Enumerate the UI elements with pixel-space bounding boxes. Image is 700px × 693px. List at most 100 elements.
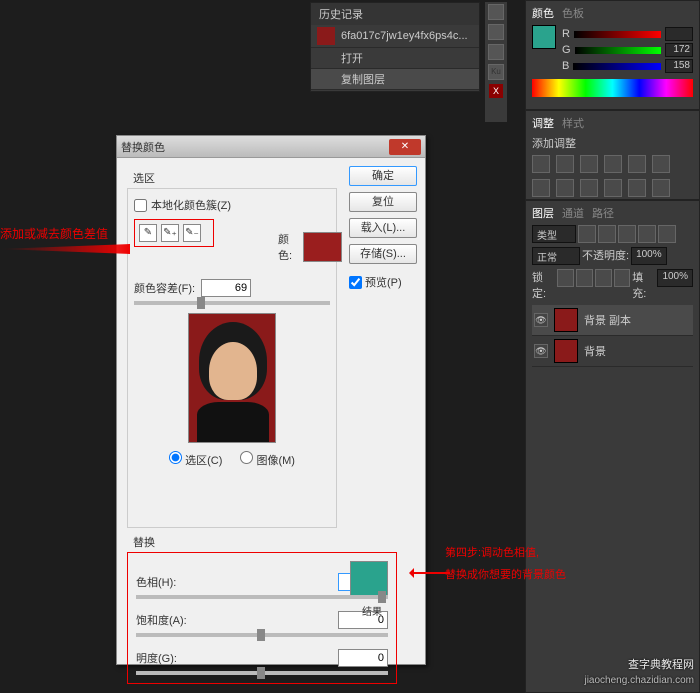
preview-image (188, 313, 276, 443)
layer-item-bg[interactable]: 👁 背景 (532, 336, 693, 367)
preview-checkbox[interactable] (349, 276, 362, 289)
eyedropper-sub-icon[interactable]: ✎₋ (183, 224, 201, 242)
tab-path[interactable]: 路径 (592, 205, 614, 221)
dialog-titlebar[interactable]: 替换颜色 ✕ (117, 136, 425, 158)
watermark-title: 查字典教程网 (584, 657, 694, 673)
ku-icon[interactable] (488, 24, 504, 40)
adj-icon[interactable] (532, 155, 550, 173)
sample-color-swatch[interactable] (303, 232, 342, 262)
fuzziness-slider[interactable] (134, 301, 330, 305)
annotation-right: 第四步:调动色相值, 替换成你想要的背景颜色 (445, 542, 566, 586)
history-file-label: 6fa017c7jw1ey4fx6ps4c... (341, 30, 468, 42)
tab-swatch[interactable]: 色板 (562, 5, 584, 21)
light-slider[interactable] (136, 671, 388, 675)
lock-icon[interactable] (595, 269, 612, 287)
annotation-left: 添加或减去颜色差值 (0, 225, 108, 242)
g-label: G (562, 44, 571, 56)
history-item-duplicate[interactable]: 复制图层 (311, 69, 479, 90)
history-item-open[interactable]: 打开 (311, 48, 479, 69)
hue-label: 色相(H): (136, 574, 192, 590)
visibility-icon[interactable]: 👁 (534, 344, 548, 358)
adj-icon[interactable] (604, 155, 622, 173)
tab-style[interactable]: 样式 (562, 115, 584, 131)
filter-icon[interactable] (598, 225, 616, 243)
photo-body (197, 402, 269, 443)
tab-channel[interactable]: 通道 (562, 205, 584, 221)
fuzziness-label: 颜色容差(F): (134, 280, 195, 296)
r-slider[interactable] (574, 31, 661, 38)
adj-icon[interactable] (652, 179, 670, 197)
radio-image[interactable]: 图像(M) (240, 451, 295, 468)
history-open-label: 打开 (341, 50, 363, 66)
watermark-url: jiaocheng.chazidian.com (584, 673, 694, 689)
load-button[interactable]: 载入(L)... (349, 218, 417, 238)
visibility-icon[interactable]: 👁 (534, 313, 548, 327)
g-value[interactable]: 172 (665, 43, 693, 57)
adjustments-panel: 调整样式 添加调整 (525, 110, 700, 200)
ok-button[interactable]: 确定 (349, 166, 417, 186)
b-value[interactable]: 158 (665, 59, 693, 73)
adj-icon[interactable] (580, 155, 598, 173)
annotation-right-line2: 替换成你想要的背景颜色 (445, 564, 566, 586)
light-input[interactable] (338, 649, 388, 667)
ku-icon[interactable] (488, 4, 504, 20)
g-slider[interactable] (575, 47, 661, 54)
hue-slider[interactable] (136, 595, 388, 599)
slider-knob-icon[interactable] (378, 591, 386, 603)
adj-icon[interactable] (652, 155, 670, 173)
ku-icon[interactable]: Ku (488, 64, 504, 80)
slider-knob-icon[interactable] (257, 629, 265, 641)
sample-color-row: 颜色: (278, 231, 342, 263)
b-slider[interactable] (573, 63, 661, 70)
opacity-value[interactable]: 100% (631, 247, 667, 265)
adj-icon[interactable] (628, 179, 646, 197)
foreground-swatch[interactable] (532, 25, 556, 49)
reset-button[interactable]: 复位 (349, 192, 417, 212)
layer-kind-select[interactable]: 类型 (532, 225, 576, 243)
lock-icon[interactable] (557, 269, 574, 287)
spectrum-bar[interactable] (532, 79, 693, 97)
filter-icon[interactable] (638, 225, 656, 243)
adj-icon[interactable] (580, 179, 598, 197)
adj-icon[interactable] (556, 179, 574, 197)
sat-slider[interactable] (136, 633, 388, 637)
lock-icon[interactable] (576, 269, 593, 287)
history-file-row[interactable]: 6fa017c7jw1ey4fx6ps4c... (311, 25, 479, 48)
localized-checkbox[interactable] (134, 199, 147, 212)
replace-label: 替换 (133, 534, 415, 550)
eyedropper-add-icon[interactable]: ✎₊ (161, 224, 179, 242)
r-value[interactable] (665, 27, 693, 41)
arrow-left-icon (0, 244, 130, 254)
blend-mode-select[interactable]: 正常 (532, 247, 580, 265)
layer-copy-label: 背景 副本 (584, 312, 631, 328)
layer-item-copy[interactable]: 👁 背景 副本 (532, 305, 693, 336)
fill-value[interactable]: 100% (657, 269, 693, 287)
layer-thumb-icon (554, 339, 578, 363)
eyedropper-icon[interactable]: ✎ (139, 224, 157, 242)
history-duplicate-label: 复制图层 (341, 71, 385, 87)
adj-icon[interactable] (604, 179, 622, 197)
radio-selection[interactable]: 选区(C) (169, 451, 222, 468)
close-plugin-icon[interactable]: X (489, 84, 503, 98)
filter-icon[interactable] (578, 225, 596, 243)
slider-knob-icon[interactable] (257, 667, 265, 679)
tab-layer[interactable]: 图层 (532, 205, 554, 221)
tab-adjust[interactable]: 调整 (532, 115, 554, 131)
fuzziness-input[interactable] (201, 279, 251, 297)
arrow-right-icon (410, 572, 450, 574)
localized-label: 本地化颜色簇(Z) (151, 197, 231, 213)
ku-icon[interactable] (488, 44, 504, 60)
close-icon[interactable]: ✕ (389, 139, 421, 155)
save-button[interactable]: 存储(S)... (349, 244, 417, 264)
layers-panel: 图层通道路径 类型 正常 不透明度: 100% 锁定: 填充: 100% 👁 背… (525, 200, 700, 693)
filter-icon[interactable] (658, 225, 676, 243)
tab-color[interactable]: 颜色 (532, 5, 554, 21)
color-tabs: 颜色 色板 (532, 5, 693, 21)
lock-icon[interactable] (614, 269, 631, 287)
slider-knob-icon[interactable] (197, 297, 205, 309)
adj-icon[interactable] (532, 179, 550, 197)
adj-icon[interactable] (628, 155, 646, 173)
filter-icon[interactable] (618, 225, 636, 243)
adj-icon[interactable] (556, 155, 574, 173)
dialog-buttons: 确定 复位 载入(L)... 存储(S)... 预览(P) (349, 166, 417, 290)
